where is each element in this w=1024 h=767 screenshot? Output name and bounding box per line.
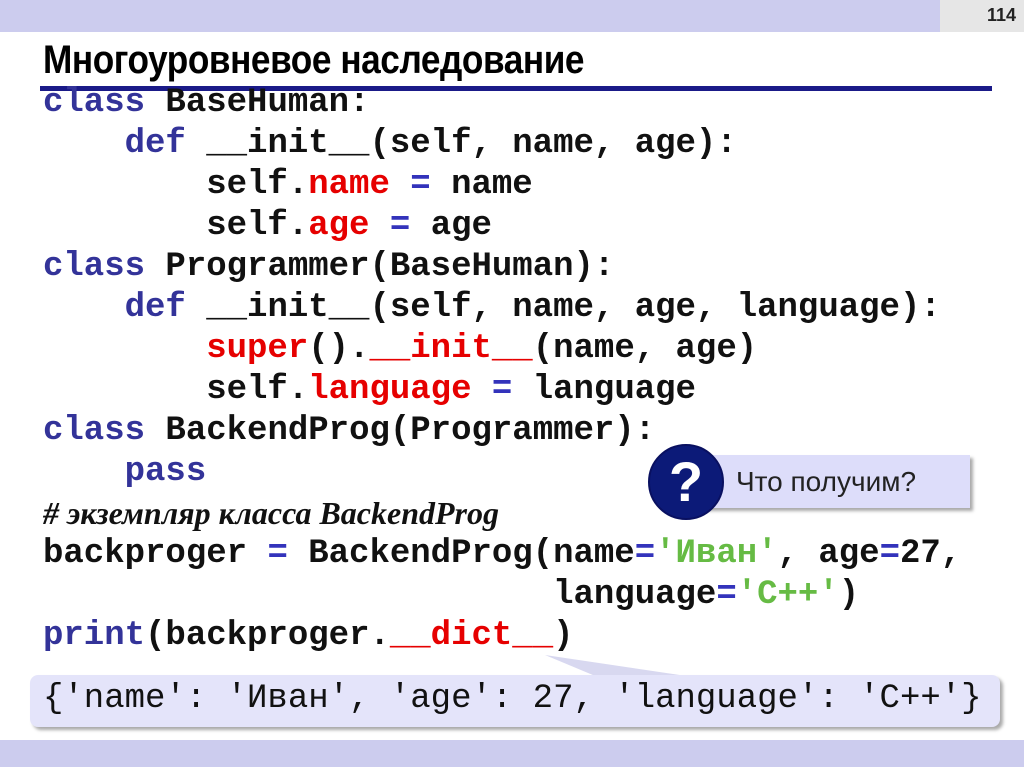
bottom-bar (0, 740, 1024, 767)
callout-text: Что получим? (736, 466, 917, 497)
output-pointer (545, 655, 700, 678)
question-mark-icon: ? (648, 444, 724, 520)
output-text: {'name': 'Иван', 'age': 27, 'language': … (43, 680, 982, 718)
